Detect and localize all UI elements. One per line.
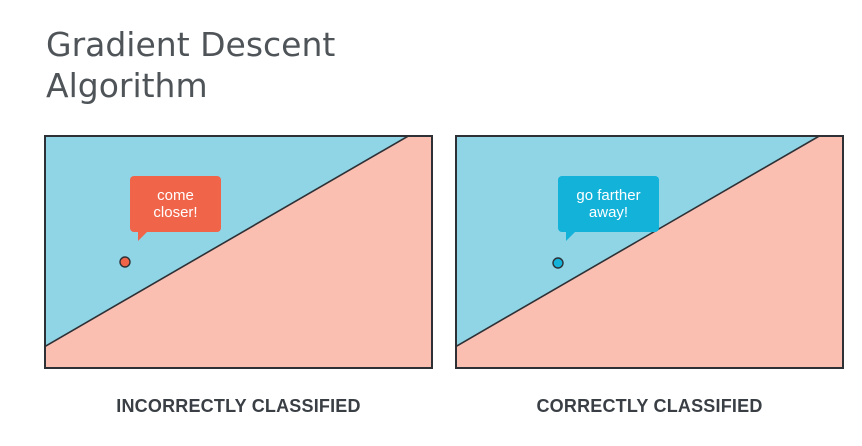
bubble-text-line-1: go farther	[576, 187, 641, 204]
bubble-text-line-2: closer!	[153, 204, 198, 221]
incorrect-panel: come closer!	[44, 135, 433, 369]
classified-point	[552, 257, 564, 269]
correct-diagram	[455, 135, 844, 369]
incorrect-diagram	[44, 135, 433, 369]
correct-panel: go farther away!	[455, 135, 844, 369]
come-closer-bubble: come closer!	[130, 176, 221, 241]
slide-title: Gradient Descent Algorithm	[46, 24, 335, 106]
bubble-text-line-1: come	[157, 187, 194, 204]
correct-caption: CORRECTLY CLASSIFIED	[536, 396, 763, 416]
misclassified-point	[119, 256, 131, 268]
title-line-1: Gradient Descent	[46, 25, 336, 64]
incorrect-caption: INCORRECTLY CLASSIFIED	[116, 396, 361, 416]
bubble-text-line-2: away!	[588, 204, 629, 221]
go-farther-bubble: go farther away!	[558, 176, 659, 241]
title-line-2: Algorithm	[46, 66, 208, 105]
